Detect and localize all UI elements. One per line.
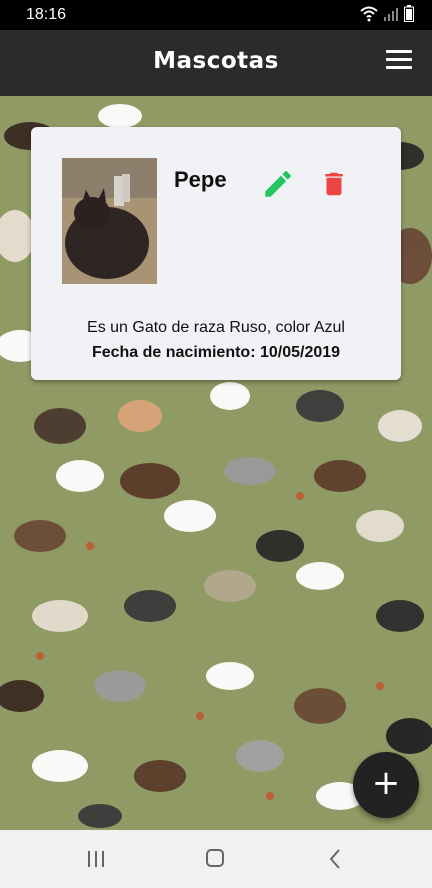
menu-button[interactable] [386, 50, 412, 74]
back-icon [329, 849, 340, 869]
menu-icon [386, 50, 412, 69]
pet-name: Pepe [174, 167, 227, 192]
add-pet-button[interactable]: + [353, 752, 419, 818]
pet-card: Pepe Es un Gato de raza Ruso, color Azul… [31, 127, 401, 380]
home-icon [206, 849, 224, 867]
add-icon: + [371, 763, 401, 803]
app-title: Mascotas [153, 48, 279, 74]
battery-icon [404, 5, 414, 22]
status-time: 18:16 [26, 6, 67, 23]
navigation-bar [0, 830, 432, 888]
status-bar: 18:16 [0, 0, 432, 30]
back-button[interactable] [327, 848, 343, 870]
home-button[interactable] [205, 848, 225, 868]
recent-apps-button[interactable] [86, 850, 106, 868]
delete-button[interactable] [319, 167, 349, 201]
delete-icon [325, 172, 343, 196]
signal-icon [384, 7, 398, 21]
recent-apps-icon [88, 851, 104, 867]
pet-birth-date: Fecha de nacimiento: 10/05/2019 [91, 344, 341, 361]
edit-icon [265, 171, 291, 197]
app-bar: Mascotas [0, 30, 432, 96]
pet-description: Es un Gato de raza Ruso, color Azul [87, 319, 345, 336]
edit-button[interactable] [261, 167, 295, 201]
status-icons [360, 5, 414, 22]
wifi-icon [360, 6, 378, 21]
pet-photo [62, 158, 157, 284]
